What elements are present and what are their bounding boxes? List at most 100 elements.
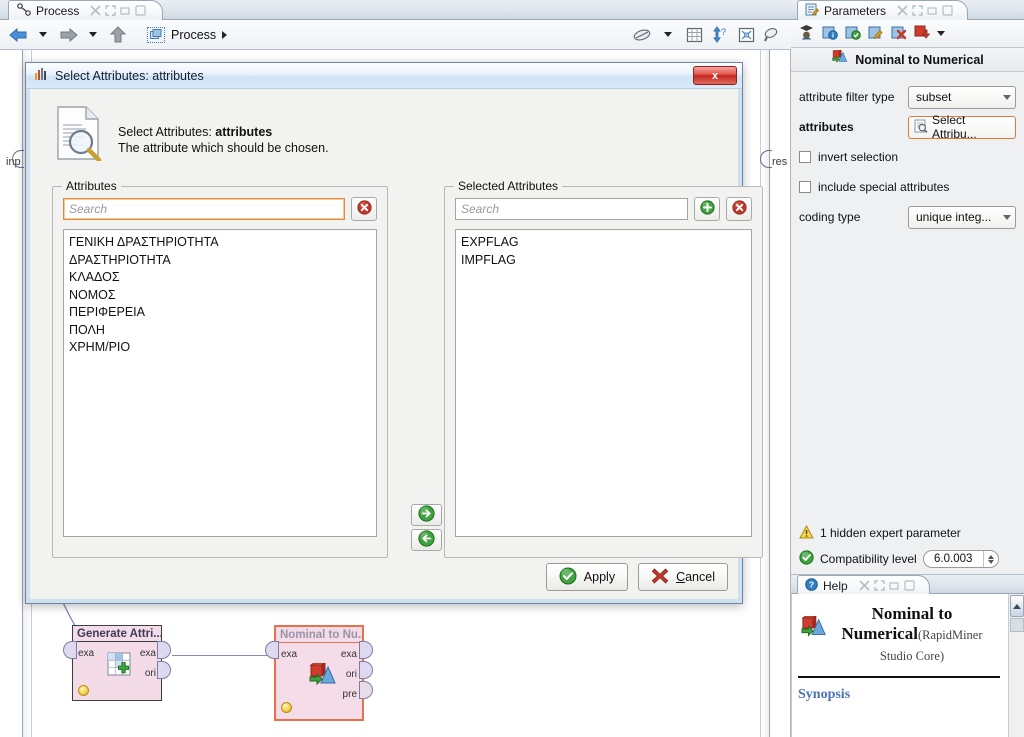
fit-view-icon[interactable] — [735, 24, 757, 46]
tab-process[interactable]: Process — [8, 0, 164, 20]
nominal-to-numerical-icon — [308, 662, 338, 694]
chevron-down-icon[interactable] — [987, 559, 994, 564]
param-row-invert-selection[interactable]: invert selection — [799, 142, 1016, 172]
operator-output-ori-connector[interactable] — [157, 661, 171, 679]
magnifier-icon[interactable] — [761, 24, 783, 46]
coding-type-select[interactable]: unique integ... — [908, 205, 1016, 229]
warning-icon — [799, 524, 814, 542]
dialog-header-prefix: Select Attributes: — [118, 125, 216, 139]
attribute-filter-type-select[interactable]: subset — [908, 85, 1016, 109]
list-item[interactable]: ΔΡΑΣΤΗΡΙΟΤΗΤΑ — [69, 252, 371, 270]
grid-icon[interactable] — [683, 24, 705, 46]
list-item[interactable]: ΝΟΜΟΣ — [69, 287, 371, 305]
attributes-clear-button[interactable] — [351, 197, 377, 221]
auto-layout-icon[interactable]: ? — [709, 24, 731, 46]
svg-text:?: ? — [809, 579, 814, 589]
forward-arrow-icon[interactable] — [57, 24, 79, 46]
compatibility-level-stepper[interactable]: 6.0.003 — [922, 550, 999, 568]
scroll-up-icon[interactable] — [1010, 595, 1024, 617]
scrollbar-thumb[interactable] — [1010, 618, 1024, 632]
move-left-button[interactable] — [411, 529, 442, 551]
select-attributes-button[interactable]: Select Attribu... — [908, 113, 1016, 141]
rapidminer-icon — [34, 67, 48, 84]
list-item[interactable]: ΓΕΝΙΚΗ ΔΡΑΣΤΗΡΙΟΤΗΤΑ — [69, 234, 371, 252]
dialog-titlebar[interactable]: Select Attributes: attributes x — [26, 63, 742, 89]
chevron-up-icon[interactable] — [987, 554, 994, 559]
delete-icon[interactable] — [891, 25, 907, 43]
operator-output-ori-connector[interactable] — [359, 661, 373, 679]
tab-process-label: Process — [36, 3, 80, 18]
invert-selection-checkbox[interactable] — [799, 151, 811, 163]
operator-input-connector[interactable] — [265, 641, 279, 659]
parameters-toolbar: i — [791, 20, 1024, 48]
tab-parameters[interactable]: Parameters — [797, 0, 969, 20]
list-item[interactable]: ΠΕΡΙΦΕΡΕΙΑ — [69, 304, 371, 322]
parameters-body: attribute filter type subset attributes — [791, 72, 1024, 572]
info-blue-icon[interactable]: i — [822, 25, 838, 43]
info-green-icon[interactable] — [845, 25, 861, 43]
breadcrumb[interactable]: Process — [147, 26, 228, 43]
filter-icon[interactable] — [631, 24, 653, 46]
list-item[interactable]: ΚΛΑΔΟΣ — [69, 269, 371, 287]
up-arrow-icon[interactable] — [107, 24, 129, 46]
edit-icon[interactable] — [868, 25, 884, 43]
operator-status-dot — [78, 685, 89, 696]
attributes-search-input[interactable]: Search — [63, 198, 345, 220]
hidden-parameter-text: 1 hidden expert parameter — [820, 526, 961, 540]
selected-search-input[interactable]: Search — [455, 198, 688, 220]
import-red-icon[interactable] — [914, 25, 931, 43]
detach-icon — [897, 5, 908, 16]
clear-red-x-icon — [356, 200, 372, 218]
process-tabstrip: Process — [0, 0, 791, 20]
add-green-plus-icon — [699, 200, 715, 218]
chevron-down-icon[interactable] — [937, 31, 945, 36]
breadcrumb-label: Process — [171, 27, 217, 42]
operator-box[interactable]: Nominal to Nu... exa exa ori pre — [274, 625, 364, 721]
back-dropdown-chevron-down-icon[interactable] — [32, 24, 54, 46]
tab-help-label: Help — [823, 578, 848, 593]
process-tab-icon — [17, 2, 31, 19]
forward-dropdown-chevron-down-icon[interactable] — [82, 24, 104, 46]
maximize-icon — [912, 5, 923, 16]
list-item[interactable]: EXPFLAG — [461, 234, 746, 252]
tab-help[interactable]: ? Help — [797, 575, 930, 595]
compatibility-level-label: Compatibility level — [820, 552, 917, 566]
operator-generate-attributes[interactable]: Generate Attri... exa exa ori — [63, 625, 171, 701]
list-item[interactable]: ΠΟΛΗ — [69, 322, 371, 340]
app-root: Process Process ? inp res Generate Attri… — [0, 0, 1024, 737]
include-special-attributes-checkbox[interactable] — [799, 181, 811, 193]
param-row-include-special-attributes[interactable]: include special attributes — [799, 172, 1016, 202]
operator-box[interactable]: Generate Attri... exa exa ori — [72, 625, 162, 701]
operator-input-connector[interactable] — [63, 641, 77, 659]
move-right-button[interactable] — [411, 504, 442, 526]
attributes-listbox[interactable]: ΓΕΝΙΚΗ ΔΡΑΣΤΗΡΙΟΤΗΤΑ ΔΡΑΣΤΗΡΙΟΤΗΤΑ ΚΛΑΔΟ… — [63, 229, 377, 537]
help-scrollbar[interactable] — [1008, 594, 1024, 737]
select-attributes-button-label: Select Attribu... — [932, 113, 977, 141]
selected-attributes-listbox[interactable]: EXPFLAG IMPFLAG — [455, 229, 752, 537]
operator-input-exa-label: exa — [78, 648, 95, 659]
cancel-button[interactable]: Cancel — [638, 563, 728, 591]
help-title: Nominal to Numerical(RapidMiner Studio C… — [792, 594, 1024, 672]
arrow-left-circle-icon — [418, 530, 435, 550]
close-icon[interactable]: x — [693, 66, 737, 85]
operator-output-exa-connector[interactable] — [359, 641, 373, 659]
selected-add-button[interactable] — [694, 197, 720, 221]
list-item[interactable]: ΧΡΗΜ/ΡΙΟ — [69, 339, 371, 357]
selected-clear-button[interactable] — [726, 197, 752, 221]
help-body[interactable]: Nominal to Numerical(RapidMiner Studio C… — [791, 594, 1024, 737]
stepper-arrows[interactable] — [982, 551, 998, 567]
operator-nominal-to-numerical[interactable]: Nominal to Nu... exa exa ori pre — [265, 625, 373, 721]
operator-output-pre-connector[interactable] — [359, 681, 373, 699]
list-item[interactable]: IMPFLAG — [461, 252, 746, 270]
filter-chevron-down-icon[interactable] — [657, 24, 679, 46]
tab-parameters-label: Parameters — [824, 3, 887, 18]
result-port-hook[interactable] — [760, 150, 772, 168]
selected-attributes-group-legend: Selected Attributes — [454, 179, 563, 193]
expert-mode-icon[interactable] — [798, 24, 815, 43]
operator-output-exa-connector[interactable] — [157, 641, 171, 659]
input-port-hook[interactable] — [12, 150, 24, 168]
right-sidebar: Parameters i Nominal to Numerical attrib… — [791, 0, 1024, 737]
apply-button[interactable]: Apply — [545, 563, 629, 591]
back-arrow-icon[interactable] — [7, 24, 29, 46]
select-attributes-dialog: Select Attributes: attributes x Select A… — [25, 62, 763, 604]
